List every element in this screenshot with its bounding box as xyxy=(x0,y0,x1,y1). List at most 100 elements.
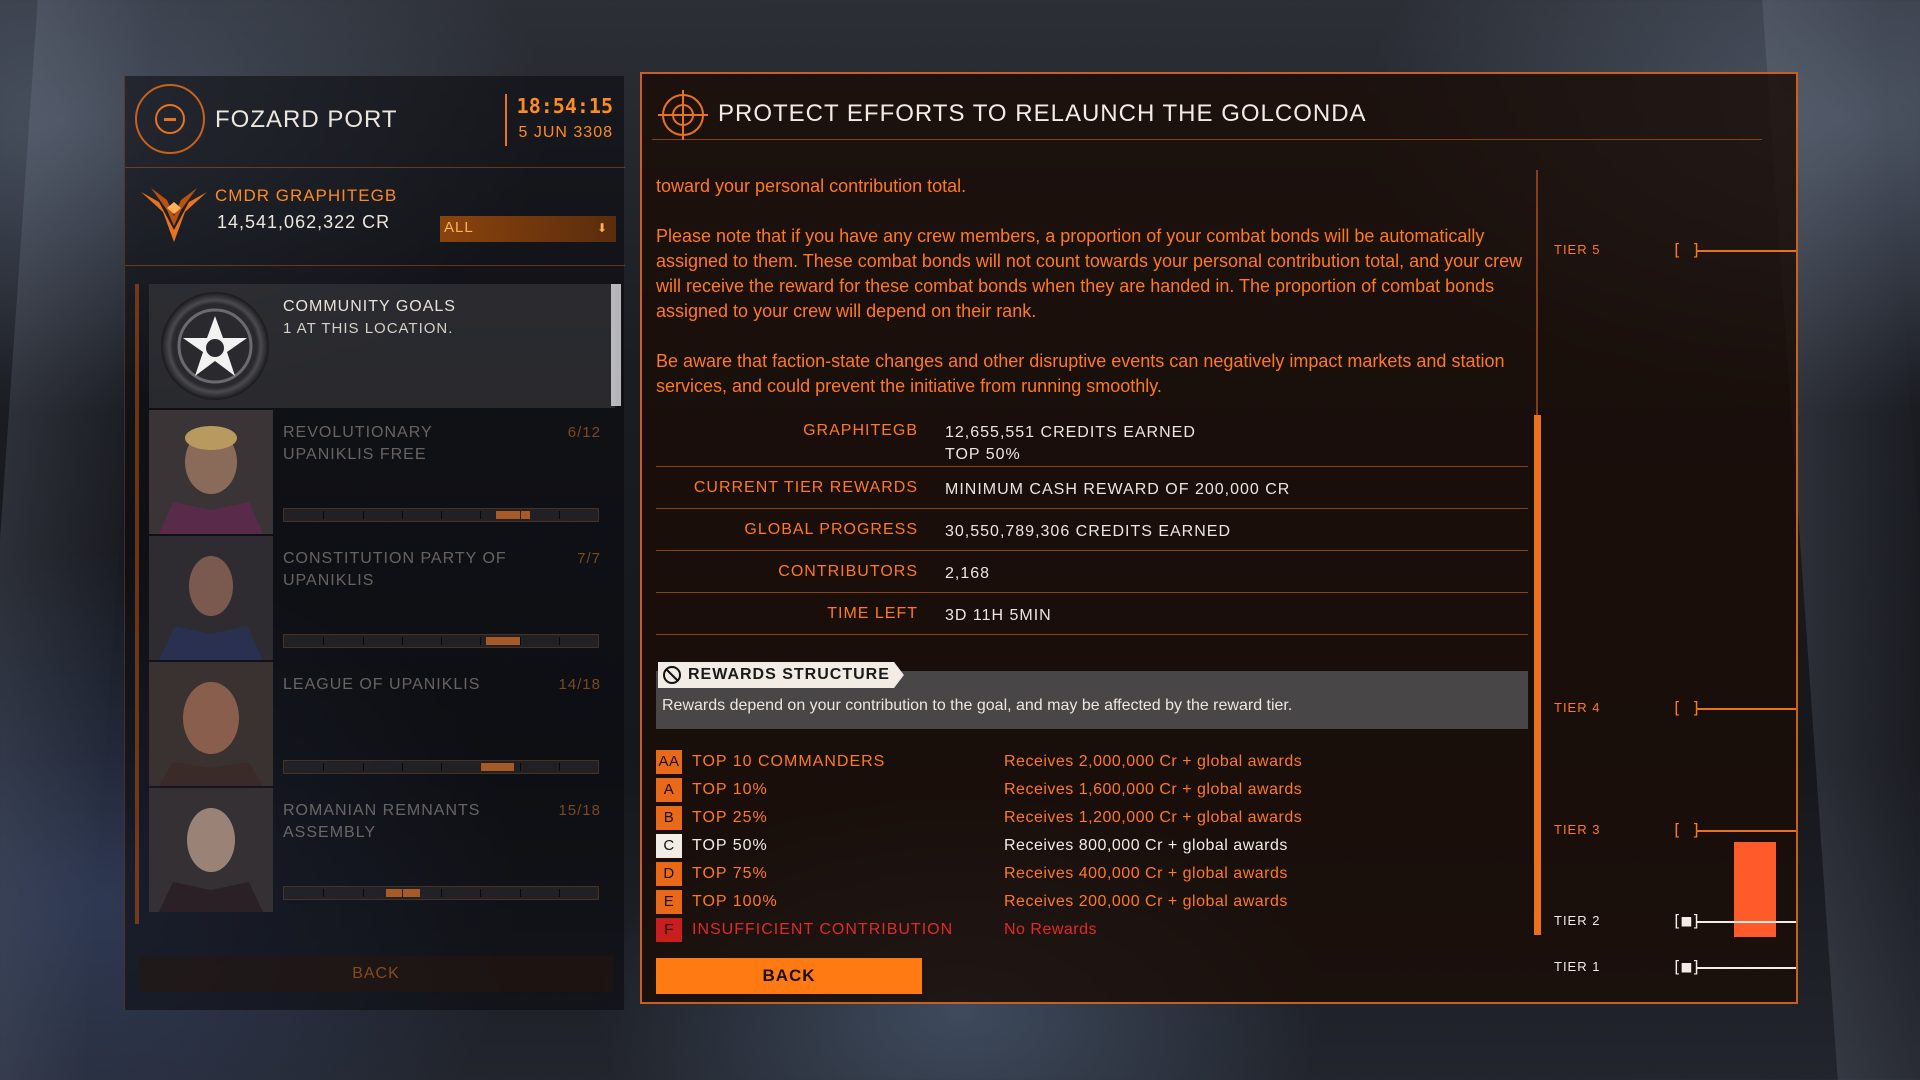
combat-rank-icon xyxy=(141,188,207,242)
tier-threshold-line xyxy=(1696,921,1796,923)
faction-count: 6/12 xyxy=(567,424,601,441)
stat-row-contributors: CONTRIBUTORS 2,168 xyxy=(656,551,1528,593)
back-button[interactable]: BACK xyxy=(656,958,922,994)
list-item-faction[interactable]: REVOLUTIONARY UPANIKLIS FREE 6/12 xyxy=(149,410,615,534)
list-item-faction[interactable]: ROMANIAN REMNANTS ASSEMBLY 15/18 xyxy=(149,788,615,912)
reward-bracket: TOP 25% xyxy=(692,809,768,826)
faction-leader-portrait xyxy=(149,788,273,912)
list-item-faction[interactable]: CONSTITUTION PARTY OF UPANIKLIS 7/7 xyxy=(149,536,615,660)
description-paragraph: Be aware that faction-state changes and … xyxy=(656,351,1505,396)
progress-segment-divider xyxy=(520,511,521,519)
no-entry-icon xyxy=(663,666,681,684)
reward-amount: Receives 200,000 Cr + global awards xyxy=(1004,893,1288,910)
faction-progress-bar xyxy=(283,760,599,774)
tier-threshold-line xyxy=(1696,967,1796,969)
rewards-note: Rewards depend on your contribution to t… xyxy=(662,697,1293,714)
reward-grade-badge: D xyxy=(656,862,682,886)
progress-segment-divider xyxy=(323,511,324,519)
reward-grade-badge: E xyxy=(656,890,682,914)
stat-label: GRAPHITEGB xyxy=(803,422,918,439)
tier-label: TIER 3 xyxy=(1554,822,1601,837)
crosshair-target-icon xyxy=(658,90,708,140)
stat-value: 30,550,789,306 CREDITS EARNED xyxy=(945,523,1232,540)
progress-segment-divider xyxy=(323,763,324,771)
faction-count: 7/7 xyxy=(577,550,601,567)
station-services-panel: FOZARD PORT 18:54:15 5 JUN 3308 CMDR GRA… xyxy=(124,76,625,1010)
list-item-community-goals[interactable]: COMMUNITY GOALS 1 AT THIS LOCATION. xyxy=(149,284,615,408)
game-date: 5 JUN 3308 xyxy=(518,124,613,141)
progress-segment-divider xyxy=(363,889,364,897)
progress-segment-divider xyxy=(559,511,560,519)
reward-amount: Receives 2,000,000 Cr + global awards xyxy=(1004,753,1303,770)
community-goal-detail-panel: PROTECT EFFORTS TO RELAUNCH THE GOLCONDA… xyxy=(640,72,1798,1004)
tier-row-1: TIER 1 [■] xyxy=(1536,957,1796,979)
progress-segment-divider xyxy=(363,637,364,645)
reward-grade-badge: C xyxy=(656,834,682,858)
tier-threshold-line xyxy=(1696,830,1796,832)
reward-grade-badge: A xyxy=(656,778,682,802)
reward-row: E TOP 100% Receives 200,000 Cr + global … xyxy=(656,890,1516,918)
commander-credits: 14,541,062,322 CR xyxy=(217,212,391,232)
goal-header: PROTECT EFFORTS TO RELAUNCH THE GOLCONDA xyxy=(652,84,1762,140)
goal-stats-table: GRAPHITEGB 12,655,551 CREDITS EARNED TOP… xyxy=(656,410,1528,635)
progress-segment-divider xyxy=(480,763,481,771)
tier-label: TIER 1 xyxy=(1554,959,1601,974)
stat-row-global-progress: GLOBAL PROGRESS 30,550,789,306 CREDITS E… xyxy=(656,509,1528,551)
tier-label: TIER 4 xyxy=(1554,700,1601,715)
progress-segment-divider xyxy=(559,889,560,897)
reward-amount: Receives 800,000 Cr + global awards xyxy=(1004,837,1288,854)
progress-segment-divider xyxy=(441,763,442,771)
tier-label: TIER 5 xyxy=(1554,242,1601,257)
filter-value: ALL xyxy=(444,219,474,236)
progress-segment-divider xyxy=(402,637,403,645)
commander-name: CMDR GRAPHITEGB xyxy=(215,186,398,205)
progress-segment-divider xyxy=(559,637,560,645)
tier-row-2: TIER 2 [■] xyxy=(1536,911,1796,933)
reward-grade-badge: AA xyxy=(656,750,682,774)
faction-name: LEAGUE OF UPANIKLIS xyxy=(283,676,481,693)
goal-description[interactable]: toward your personal contribution total.… xyxy=(656,174,1526,424)
stat-value: 3D 11H 5MIN xyxy=(945,607,1052,624)
reward-amount: No Rewards xyxy=(1004,921,1098,938)
stat-label: GLOBAL PROGRESS xyxy=(744,521,918,538)
progress-segment-divider xyxy=(520,637,521,645)
reward-bracket: TOP 10% xyxy=(692,781,768,798)
stat-value: MINIMUM CASH REWARD OF 200,000 CR xyxy=(945,481,1291,498)
left-back-button[interactable]: BACK xyxy=(139,956,613,992)
description-paragraph: toward your personal contribution total. xyxy=(656,176,967,196)
reward-row-insufficient: F INSUFFICIENT CONTRIBUTION No Rewards xyxy=(656,918,1516,946)
stat-row-personal: GRAPHITEGB 12,655,551 CREDITS EARNED TOP… xyxy=(656,410,1528,467)
list-item-faction[interactable]: LEAGUE OF UPANIKLIS 14/18 xyxy=(149,662,615,786)
faction-progress-fill xyxy=(480,763,514,771)
reward-amount: Receives 400,000 Cr + global awards xyxy=(1004,865,1288,882)
rewards-structure-title: REWARDS STRUCTURE xyxy=(688,666,890,683)
list-scrollbar[interactable] xyxy=(611,284,621,406)
progress-segment-divider xyxy=(323,889,324,897)
reward-bracket: INSUFFICIENT CONTRIBUTION xyxy=(692,921,954,938)
faction-leader-portrait xyxy=(149,536,273,660)
location-filter-dropdown[interactable]: ALL ⬇ xyxy=(440,216,616,242)
progress-segment-divider xyxy=(480,511,481,519)
faction-leader-portrait xyxy=(149,410,273,534)
clock-divider xyxy=(505,94,507,146)
tier-row-4: TIER 4 [ ] xyxy=(1536,698,1796,720)
progress-segment-divider xyxy=(402,511,403,519)
rewards-structure-heading: REWARDS STRUCTURE xyxy=(658,662,904,688)
reward-amount: Receives 1,200,000 Cr + global awards xyxy=(1004,809,1303,826)
faction-progress-fill xyxy=(386,889,420,897)
description-scroll-indicator[interactable] xyxy=(1534,415,1541,935)
reward-bracket: TOP 100% xyxy=(692,893,778,910)
community-goals-title: COMMUNITY GOALS xyxy=(283,298,456,315)
progress-segment-divider xyxy=(363,763,364,771)
game-time: 18:54:15 xyxy=(516,94,613,118)
stat-label: TIME LEFT xyxy=(827,605,918,622)
reward-grade-badge: B xyxy=(656,806,682,830)
reward-row: AA TOP 10 COMMANDERS Receives 2,000,000 … xyxy=(656,750,1516,778)
faction-progress-bar xyxy=(283,508,599,522)
personal-percentile: TOP 50% xyxy=(945,446,1021,463)
tier-progress-graph: TIER 5 [ ] TIER 4 [ ] TIER 3 [ ] TIER 2 … xyxy=(1534,170,1796,1006)
faction-progress-bar xyxy=(283,634,599,648)
faction-count: 15/18 xyxy=(558,802,601,819)
reward-bracket: TOP 50% xyxy=(692,837,768,854)
tier-threshold-line xyxy=(1696,250,1796,252)
